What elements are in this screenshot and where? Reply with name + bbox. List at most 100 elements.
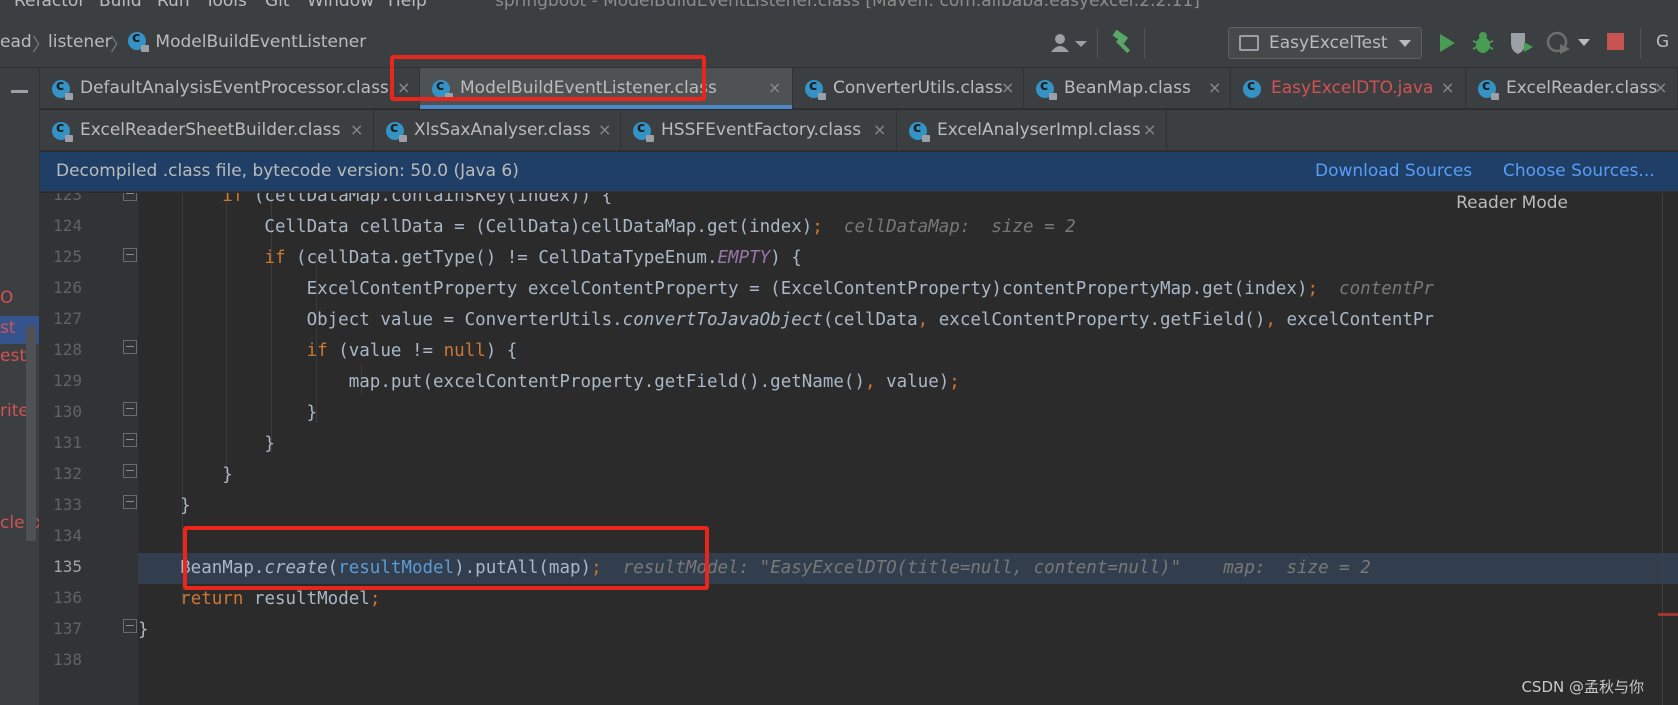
breadcrumb-class[interactable]: ModelBuildEventListener	[128, 30, 366, 52]
tab-label: ExcelAnalyserImpl.class	[937, 120, 1141, 140]
right-margin-guide	[1662, 193, 1663, 705]
fold-marker-icon[interactable]	[123, 402, 137, 416]
code-line-132: }	[138, 465, 233, 485]
fold-marker-icon[interactable]	[123, 433, 137, 447]
project-item-fragment[interactable]: O	[0, 288, 13, 308]
line-number: 128	[53, 340, 82, 359]
menu-build[interactable]: Build	[99, 0, 142, 11]
choose-sources-link[interactable]: Choose Sources...	[1503, 161, 1655, 181]
tab-label: ExcelReaderSheetBuilder.class	[80, 120, 341, 140]
code-editor[interactable]: 123 124 125 126 127 128 129 130 131 132 …	[40, 193, 1678, 705]
decompiled-notice-banner: Decompiled .class file, bytecode version…	[40, 152, 1678, 192]
annotation-box-beanmap-line	[183, 526, 709, 590]
line-number: 130	[53, 402, 82, 421]
code-line-127: Object value = ConverterUtils.convertToJ…	[138, 310, 1434, 330]
breadcrumb-separator-icon: 〉	[110, 35, 128, 56]
toolbar-divider	[1640, 28, 1641, 58]
menu-run[interactable]: Run	[157, 0, 190, 11]
code-line-123: if (cellDataMap.containsKey(index)) {	[222, 193, 613, 206]
fold-marker-icon[interactable]	[123, 248, 137, 262]
line-number-current: 135	[53, 557, 82, 576]
code-line-124: CellData cellData = (CellData)cellDataMa…	[138, 217, 1076, 237]
tab-easy-excel-dto[interactable]: EasyExcelDTO.java ×	[1231, 68, 1466, 109]
menu-bar: Refactor Build Run Tools Git Window Help…	[0, 0, 1678, 18]
build-hammer-icon[interactable]	[1110, 30, 1136, 56]
breadcrumb-parent[interactable]: ead	[0, 32, 32, 52]
tab-excel-analyser-impl[interactable]: ExcelAnalyserImpl.class ×	[897, 110, 1167, 151]
stop-icon[interactable]	[1607, 33, 1624, 50]
tab-excel-reader-sheet-builder[interactable]: ExcelReaderSheetBuilder.class ×	[40, 110, 374, 151]
close-icon[interactable]: ×	[1441, 78, 1454, 97]
line-number: 131	[53, 433, 82, 452]
close-icon[interactable]: ×	[768, 78, 781, 97]
coverage-shield-icon[interactable]	[1508, 30, 1534, 56]
menu-refactor[interactable]: Refactor	[14, 0, 85, 11]
tab-excel-reader[interactable]: ExcelReader.class ×	[1466, 68, 1678, 109]
more-run-options-chevron-icon[interactable]	[1578, 38, 1590, 48]
tab-xls-sax-analyser[interactable]: XlsSaxAnalyser.class ×	[374, 110, 621, 151]
fold-marker-icon[interactable]	[123, 340, 137, 354]
tab-default-analysis-event-processor[interactable]: DefaultAnalysisEventProcessor.class ×	[40, 68, 420, 109]
code-line-129: map.put(excelContentProperty.getField().…	[138, 372, 960, 392]
annotation-box-active-tab	[390, 55, 706, 101]
line-number: 134	[53, 526, 82, 545]
close-icon[interactable]: ×	[873, 120, 886, 139]
menu-window[interactable]: Window	[307, 0, 374, 11]
class-icon	[1036, 78, 1057, 100]
fold-marker-icon[interactable]	[123, 464, 137, 478]
close-icon[interactable]: ×	[1654, 78, 1667, 97]
project-item-fragment[interactable]: est	[0, 346, 26, 366]
run-config-label: EasyExcelTest	[1269, 33, 1388, 53]
fold-marker-icon[interactable]	[123, 495, 137, 509]
collapse-minus-icon[interactable]	[11, 90, 28, 93]
code-line-126: ExcelContentProperty excelContentPropert…	[138, 279, 1434, 299]
profiler-icon[interactable]	[1546, 30, 1572, 56]
close-icon[interactable]: ×	[1208, 78, 1221, 97]
close-icon[interactable]: ×	[1001, 78, 1014, 97]
code-line-125: if (cellData.getType() != CellDataTypeEn…	[264, 248, 802, 268]
decompiled-message: Decompiled .class file, bytecode version…	[56, 161, 519, 181]
line-number: 132	[53, 464, 82, 483]
class-icon	[805, 78, 826, 100]
code-line-131: }	[138, 434, 275, 454]
run-configuration-select[interactable]: EasyExcelTest	[1228, 27, 1422, 59]
menu-help[interactable]: Help	[388, 0, 427, 11]
code-line-130: }	[138, 403, 318, 423]
menu-tools[interactable]: Tools	[205, 0, 247, 11]
fold-marker-icon[interactable]	[123, 619, 137, 633]
run-config-icon	[1239, 35, 1259, 51]
reader-mode-toggle[interactable]: Reader Mode	[1456, 193, 1568, 213]
line-number: 123	[53, 193, 82, 204]
error-stripe-marker[interactable]	[1658, 613, 1678, 616]
class-icon	[52, 78, 73, 100]
breadcrumb-listener[interactable]: listener	[48, 32, 112, 52]
run-icon[interactable]	[1436, 32, 1458, 54]
navigation-bar: ead 〉 listener 〉 ModelBuildEventListener…	[0, 18, 1678, 68]
tab-label: XlsSaxAnalyser.class	[414, 120, 591, 140]
class-icon	[909, 120, 930, 142]
user-icon[interactable]	[1050, 32, 1088, 54]
tab-label: EasyExcelDTO.java	[1271, 78, 1434, 98]
project-panel-edge: O st est riter cleEx	[0, 68, 40, 705]
project-scrollbar[interactable]	[26, 326, 36, 541]
line-number: 124	[53, 216, 82, 235]
close-icon[interactable]: ×	[350, 120, 363, 139]
close-icon[interactable]: ×	[1143, 120, 1156, 139]
line-number: 127	[53, 309, 82, 328]
tab-converter-utils[interactable]: ConverterUtils.class ×	[793, 68, 1024, 109]
download-sources-link[interactable]: Download Sources	[1315, 161, 1472, 181]
toolbar-divider	[1144, 28, 1145, 58]
tab-label: HSSFEventFactory.class	[661, 120, 862, 140]
git-menu[interactable]: G	[1656, 32, 1669, 52]
project-item-fragment[interactable]: st	[0, 318, 16, 338]
window-title: springboot - ModelBuildEventListener.cla…	[495, 0, 1200, 11]
class-icon	[1478, 78, 1499, 100]
fold-marker-icon[interactable]	[123, 193, 137, 201]
menu-git[interactable]: Git	[265, 0, 290, 11]
tab-bean-map[interactable]: BeanMap.class ×	[1024, 68, 1231, 109]
code-line-128: if (value != null) {	[306, 341, 518, 361]
debug-bug-icon[interactable]	[1470, 30, 1496, 56]
close-icon[interactable]: ×	[598, 120, 611, 139]
tab-hssf-event-factory[interactable]: HSSFEventFactory.class ×	[621, 110, 897, 151]
line-number: 129	[53, 371, 82, 390]
